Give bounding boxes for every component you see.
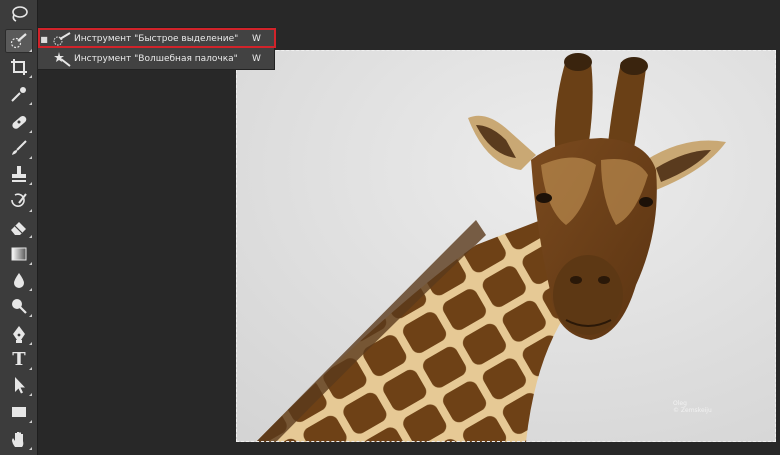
history-brush-icon [11,193,27,207]
brush-tool-button[interactable] [5,136,33,160]
hand-tool-button[interactable] [5,427,33,451]
hand-icon [12,432,24,447]
type-icon: T [12,348,26,370]
submenu-indicator [29,314,32,317]
eyedropper-tool-button[interactable] [5,82,33,106]
eraser-icon [11,222,26,235]
healing-brush-tool-button[interactable] [5,110,33,134]
type-tool-button[interactable]: T [5,347,33,371]
watermark-line-1: Oleg [673,400,687,407]
pen-icon [13,326,25,343]
eraser-tool-button[interactable] [5,215,33,239]
submenu-indicator [29,447,32,450]
gradient-tool-button[interactable] [5,242,33,266]
flyout-item-shortcut: W [252,54,261,64]
submenu-indicator [29,182,32,185]
submenu-indicator [29,102,32,105]
bandage-icon [12,115,27,129]
watermark-line-2: © Zemskeiju [673,407,712,414]
selected-bullet: ■ [40,34,48,44]
submenu-indicator [29,262,32,265]
tools-panel: T [0,0,38,455]
blur-tool-button[interactable] [5,268,33,292]
flyout-item-label: Инструмент "Быстрое выделение" [74,34,239,44]
document-canvas[interactable] [236,50,776,442]
lasso-icon [12,6,28,22]
gradient-icon [11,247,27,261]
magic-wand-icon [54,52,71,67]
dodge-tool-button[interactable] [5,294,33,318]
submenu-indicator [29,367,32,370]
flyout-item-magic-wand[interactable]: Инструмент "Волшебная палочка" W [38,49,274,69]
rectangle-icon [12,407,26,417]
submenu-indicator [29,235,32,238]
pen-tool-button[interactable] [5,322,33,346]
eyedropper-icon [11,87,26,102]
clone-stamp-tool-button[interactable] [5,162,33,186]
brush-icon [12,140,27,155]
submenu-indicator [29,75,32,78]
quick-selection-icon [53,32,71,46]
submenu-indicator [29,420,32,423]
giraffe-photo [236,50,776,442]
quick-selection-icon [10,33,27,49]
submenu-indicator [29,209,32,212]
submenu-indicator [29,288,32,291]
flyout-item-quick-selection[interactable]: ■ Инструмент "Быстрое выделение" W [38,29,274,49]
arrow-icon [15,377,25,394]
submenu-indicator [29,393,32,396]
tool-flyout-menu: ■ Инструмент "Быстрое выделение" W Инстр… [37,27,275,70]
stamp-icon [12,166,26,182]
flyout-item-shortcut: W [252,34,261,44]
lasso-tool-button[interactable] [5,2,33,26]
quick-selection-tool-button[interactable] [5,29,33,53]
path-selection-tool-button[interactable] [5,373,33,397]
submenu-indicator [29,49,32,52]
drop-icon [14,273,24,288]
submenu-indicator [29,130,32,133]
flyout-item-label: Инструмент "Волшебная палочка" [74,54,238,64]
rectangle-tool-button[interactable] [5,400,33,424]
history-brush-tool-button[interactable] [5,189,33,213]
submenu-indicator [29,156,32,159]
crop-icon [11,59,27,75]
crop-tool-button[interactable] [5,55,33,79]
photo-watermark: Oleg © Zemskeiju [673,400,712,414]
submenu-indicator [29,342,32,345]
dodge-icon [12,299,27,314]
